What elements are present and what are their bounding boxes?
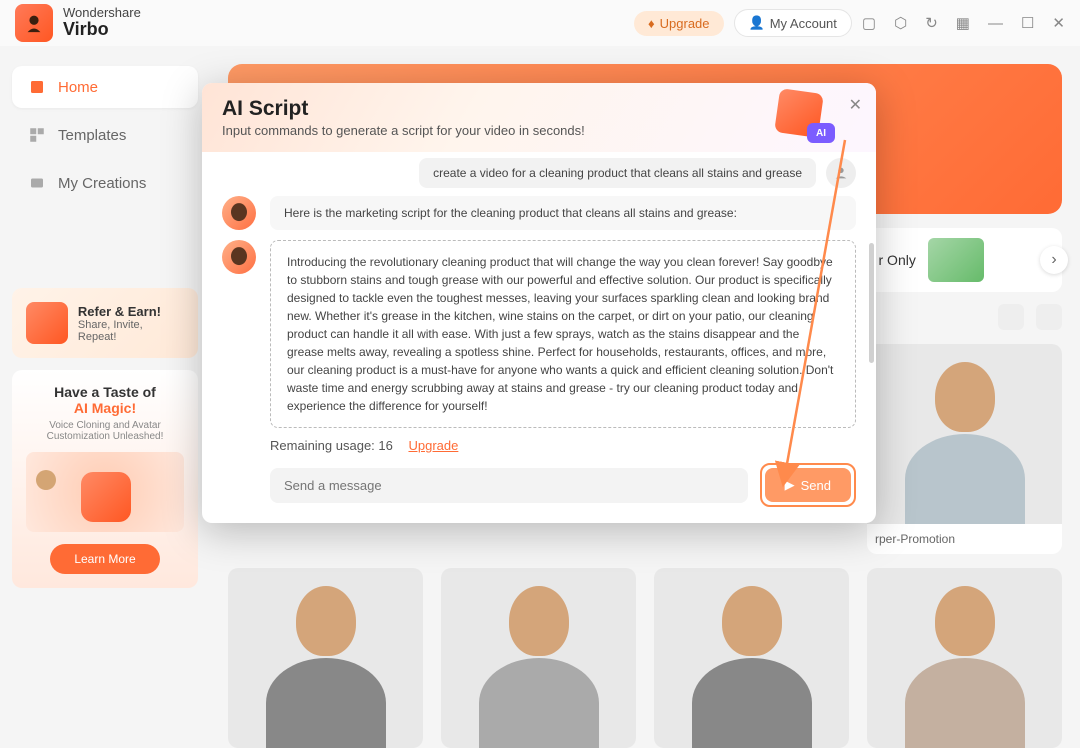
avatar-card[interactable] (228, 568, 423, 748)
promo2-illustration (26, 452, 184, 532)
avatar-card[interactable] (654, 568, 849, 748)
modal-footer: Remaining usage: 16 Upgrade ▶ Send (202, 430, 876, 523)
account-label: My Account (770, 16, 837, 31)
brand-text: Wondershare (63, 6, 141, 20)
send-label: Send (801, 478, 831, 493)
refresh-icon[interactable]: ↻ (925, 14, 938, 32)
avatar-card[interactable]: rper-Promotion (867, 344, 1062, 554)
modal-header: AI Script Input commands to generate a s… (202, 83, 876, 152)
ai-magic-card: Have a Taste of AI Magic! Voice Cloning … (12, 370, 198, 588)
sidebar-item-templates[interactable]: Templates (12, 114, 198, 156)
ai-badge: AI (807, 123, 835, 143)
promo2-sub: Voice Cloning and Avatar Customization U… (26, 420, 184, 442)
sidebar-item-label: Home (58, 79, 98, 96)
sidebar-item-label: My Creations (58, 175, 146, 192)
tool-button[interactable] (1036, 304, 1062, 330)
sidebar: Home Templates My Creations Refer & Earn… (0, 46, 210, 608)
send-highlight: ▶ Send (760, 463, 856, 507)
bot-message-intro: Here is the marketing script for the cle… (222, 196, 856, 230)
box-icon[interactable]: ⬡ (894, 14, 907, 32)
modal-hero-icon: AI (761, 89, 831, 139)
maximize-icon[interactable]: ☐ (1021, 14, 1034, 32)
app-logo: Wondershare Virbo (15, 4, 141, 42)
close-window-icon[interactable]: ✕ (1052, 14, 1065, 32)
apps-icon[interactable]: ▦ (956, 14, 970, 32)
app-name: Virbo (63, 20, 141, 40)
category-card-visible[interactable]: r Only (863, 228, 1063, 292)
modal-scrollbar[interactable] (869, 243, 874, 363)
minimize-icon[interactable]: — (988, 15, 1003, 32)
sidebar-item-home[interactable]: Home (12, 66, 198, 108)
promo-title: Refer & Earn! (78, 304, 184, 319)
usage-label: Remaining usage: 16 (270, 438, 393, 453)
refer-earn-card[interactable]: Refer & Earn! Share, Invite, Repeat! (12, 288, 198, 358)
category-thumb (928, 238, 984, 282)
logo-icon (15, 4, 53, 42)
sidebar-item-creations[interactable]: My Creations (12, 162, 198, 204)
sidebar-item-label: Templates (58, 127, 126, 144)
avatar-card[interactable] (867, 568, 1062, 748)
bot-avatar-icon (222, 196, 256, 230)
promo2-line1: Have a Taste of (26, 384, 184, 400)
upgrade-button[interactable]: ♦ Upgrade (634, 11, 724, 36)
category-label: r Only (879, 252, 916, 268)
bot-avatar-icon (222, 240, 256, 274)
crown-icon: ♦ (648, 16, 655, 31)
promo2-line2: AI Magic! (26, 400, 184, 416)
avatar-label: rper-Promotion (867, 524, 1062, 554)
next-arrow-icon[interactable]: › (1040, 246, 1068, 274)
avatar-card[interactable] (441, 568, 636, 748)
chat-icon[interactable]: ▢ (862, 14, 876, 32)
creations-icon (28, 174, 46, 192)
learn-more-button[interactable]: Learn More (50, 544, 159, 574)
titlebar: Wondershare Virbo ♦ Upgrade 👤 My Account… (0, 0, 1080, 46)
send-icon: ▶ (785, 477, 795, 493)
upgrade-label: Upgrade (660, 16, 710, 31)
promo-subtitle: Share, Invite, Repeat! (78, 319, 184, 343)
bot-message-script: Introducing the revolutionary cleaning p… (222, 240, 856, 428)
ai-script-modal: AI Script Input commands to generate a s… (202, 83, 876, 523)
send-button[interactable]: ▶ Send (765, 468, 851, 502)
close-icon[interactable]: ✕ (849, 95, 862, 115)
user-prompt-text: create a video for a cleaning product th… (419, 158, 816, 188)
user-message: create a video for a cleaning product th… (222, 158, 856, 188)
home-icon (28, 78, 46, 96)
templates-icon (28, 126, 46, 144)
gift-icon (26, 302, 68, 344)
user-avatar-icon (826, 158, 856, 188)
tool-button[interactable] (998, 304, 1024, 330)
user-icon: 👤 (749, 15, 765, 31)
bot-intro-text: Here is the marketing script for the cle… (270, 196, 856, 230)
upgrade-link[interactable]: Upgrade (408, 438, 458, 453)
modal-body: create a video for a cleaning product th… (202, 152, 876, 430)
script-text[interactable]: Introducing the revolutionary cleaning p… (270, 240, 856, 428)
message-input[interactable] (270, 468, 748, 503)
account-button[interactable]: 👤 My Account (734, 9, 852, 37)
